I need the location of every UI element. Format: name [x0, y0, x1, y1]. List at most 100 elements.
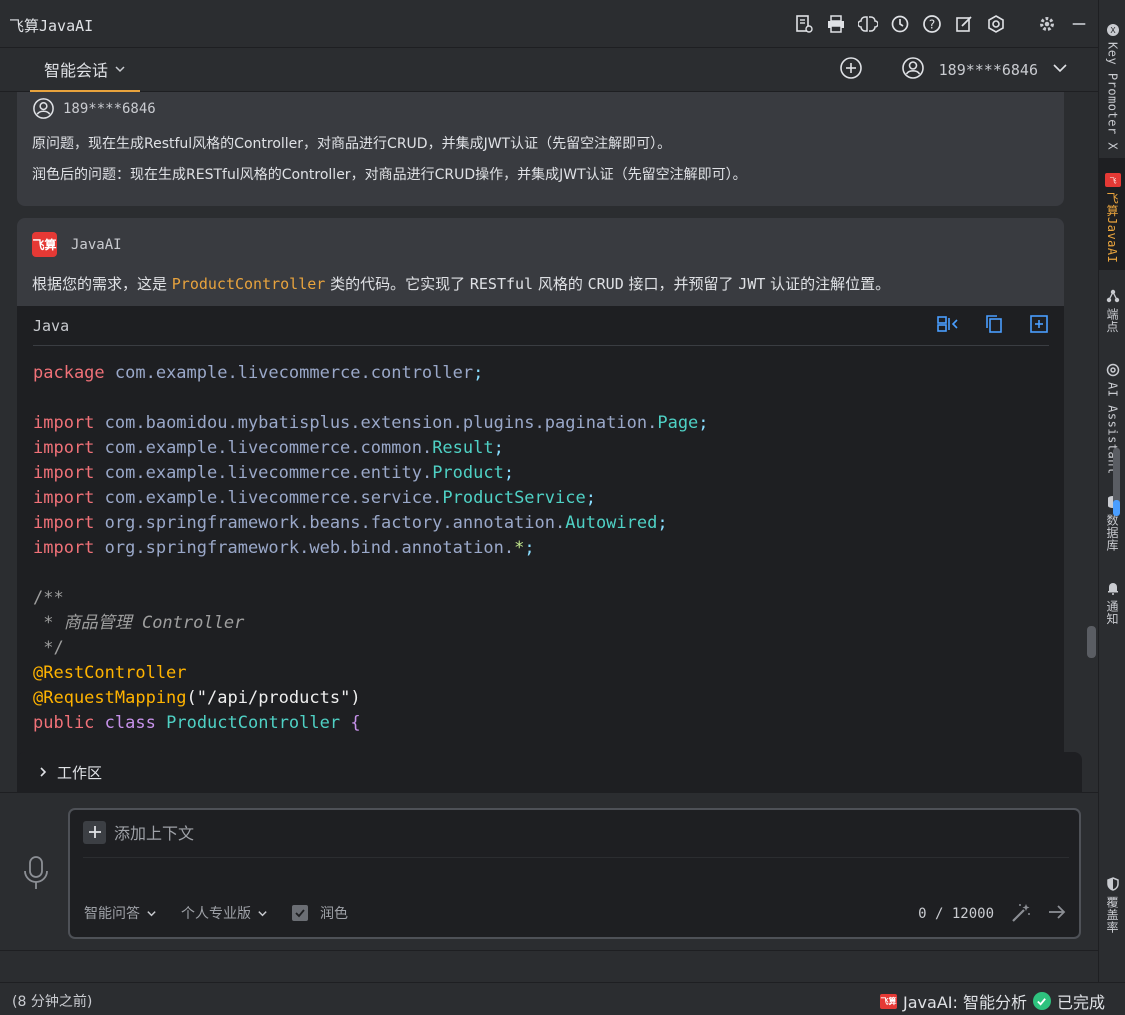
key-promoter-icon: X — [1105, 22, 1121, 38]
tool-feisuan-javaai[interactable]: 飞 飞算JavaAI — [1099, 158, 1125, 270]
edit-icon[interactable] — [952, 12, 975, 35]
edition-select-value: 个人专业版 — [181, 906, 251, 922]
mode-select[interactable]: 智能问答 — [84, 903, 157, 923]
brain-icon[interactable] — [856, 12, 879, 35]
feisuan-logo: 飞算 — [880, 993, 898, 1009]
answer-card: 飞算 JavaAI 根据您的需求，这是 ProductController 类的… — [17, 218, 1064, 766]
input-divider — [83, 857, 1069, 858]
import-line: import com.example.livecommerce.service.… — [33, 488, 596, 508]
answer-header: 飞算 JavaAI — [32, 232, 1049, 257]
tool-label: Key Promoter X — [1105, 42, 1120, 151]
copy-code-button[interactable] — [984, 314, 1004, 338]
plus-icon — [88, 826, 101, 838]
svg-text:X: X — [1110, 26, 1116, 35]
code-block: Java package com.example.livecommerce.co… — [17, 306, 1064, 766]
plus-circle-icon — [839, 57, 862, 79]
chevron-down-icon — [115, 66, 125, 73]
tool-label: 覆盖率 — [1105, 896, 1119, 934]
chat-scrollbar[interactable] — [1087, 626, 1096, 658]
tool-label: 通知 — [1105, 600, 1119, 625]
hexagon-settings-icon[interactable] — [984, 12, 1007, 35]
ai-assistant-icon — [1105, 362, 1121, 378]
polish-label: 润色 — [320, 906, 348, 922]
chevron-down-icon — [258, 910, 267, 916]
add-context-button[interactable] — [83, 820, 106, 844]
coverage-icon — [1105, 876, 1121, 892]
endpoints-icon — [1105, 288, 1121, 304]
original-question: 原问题，现在生成Restful风格的Controller，对商品进行CRUD，并… — [32, 136, 672, 152]
feisuan-logo: 飞算 — [32, 232, 57, 257]
new-file-button[interactable] — [1029, 314, 1049, 338]
voice-input-button[interactable] — [22, 855, 50, 895]
insert-at-cursor-icon — [937, 315, 958, 332]
input-options: 智能问答 个人专业版 润色 — [84, 903, 348, 923]
add-context-row[interactable]: 添加上下文 — [83, 820, 194, 844]
chevron-down-icon — [1053, 64, 1067, 73]
edition-select[interactable]: 个人专业版 — [181, 903, 268, 923]
new-chat-button[interactable] — [839, 56, 863, 84]
chevron-right-icon — [40, 767, 47, 777]
char-counter: 0 / 12000 — [918, 906, 994, 922]
arrow-right-icon — [1049, 905, 1066, 919]
account-phone[interactable]: 189****6846 — [939, 61, 1038, 79]
right-tool-strip: X Key Promoter X 飞 飞算JavaAI 端点 AI Assist… — [1098, 0, 1125, 982]
strip-scrollbar-marker — [1113, 500, 1120, 516]
microphone-icon — [24, 856, 48, 889]
panel-spacer — [0, 950, 1098, 982]
tool-notifications[interactable]: 通知 — [1099, 580, 1125, 625]
chat-input-box[interactable]: 添加上下文 智能问答 个人专业版 润色 0 / 12000 — [68, 808, 1081, 939]
tab-bar: 智能会话 189****6846 — [0, 48, 1098, 92]
chat-area: 189****6846 原问题，现在生成Restful风格的Controller… — [0, 92, 1098, 792]
insert-code-button[interactable] — [937, 314, 959, 338]
status-time: (8 分钟之前) — [12, 994, 93, 1010]
gear-icon[interactable] — [1035, 12, 1058, 35]
minimize-icon[interactable] — [1067, 12, 1090, 35]
import-line: import org.springframework.web.bind.anno… — [33, 538, 535, 558]
send-button[interactable] — [1047, 902, 1067, 926]
tool-key-promoter[interactable]: X Key Promoter X — [1099, 22, 1125, 150]
svg-text:?: ? — [928, 17, 934, 31]
tab-smart-chat[interactable]: 智能会话 — [30, 48, 141, 92]
check-circle-icon — [1032, 992, 1051, 1010]
title-bar: 飞算JavaAI ? — [0, 0, 1098, 48]
code-language: Java — [33, 316, 70, 335]
polish-checkbox[interactable]: 润色 — [292, 903, 348, 923]
help-icon[interactable]: ? — [920, 12, 943, 35]
account-avatar[interactable] — [901, 56, 925, 84]
workspace-toggle[interactable]: 工作区 — [17, 752, 1082, 792]
document-settings-icon[interactable] — [792, 12, 815, 35]
tool-coverage[interactable]: 覆盖率 — [1099, 876, 1125, 934]
add-file-icon — [1030, 314, 1048, 333]
status-bar: (8 分钟之前) 飞算 JavaAI: 智能分析 已完成 — [0, 982, 1125, 1015]
status-task-label: JavaAI: 智能分析 — [903, 993, 1027, 1012]
question-card: 189****6846 原问题，现在生成Restful风格的Controller… — [17, 92, 1064, 206]
printer-icon[interactable] — [824, 12, 847, 35]
import-line: import com.example.livecommerce.common.R… — [33, 438, 504, 458]
copy-icon — [986, 314, 1002, 333]
tool-ai-assistant[interactable]: AI Assistant — [1099, 362, 1125, 475]
status-task[interactable]: 飞算 JavaAI: 智能分析 已完成 — [880, 989, 1105, 1013]
workspace-label: 工作区 — [57, 763, 103, 782]
question-username: 189****6846 — [63, 100, 156, 117]
account-area: 189****6846 — [839, 56, 1068, 84]
title-toolbar: ? — [792, 12, 1090, 35]
magic-wand-button[interactable] — [1010, 902, 1032, 928]
input-area: 添加上下文 智能问答 个人专业版 润色 0 / 12000 — [0, 792, 1098, 950]
tool-endpoints[interactable]: 端点 — [1099, 288, 1125, 333]
code-actions — [937, 314, 1049, 338]
notification-icon — [1105, 580, 1121, 596]
import-line: import com.example.livecommerce.entity.P… — [33, 463, 515, 483]
tool-database[interactable]: 数据库 — [1099, 494, 1125, 552]
user-icon — [901, 57, 924, 79]
tool-label: 飞算JavaAI — [1105, 192, 1119, 264]
account-menu-button[interactable] — [1052, 60, 1068, 80]
user-icon — [33, 98, 54, 119]
chevron-down-icon — [147, 910, 156, 916]
code-content: package com.example.livecommerce.control… — [33, 363, 709, 733]
tab-label: 智能会话 — [44, 61, 109, 80]
tool-label: 端点 — [1105, 308, 1119, 333]
import-line: import com.baomidou.mybatisplus.extensio… — [33, 413, 709, 433]
history-icon[interactable] — [888, 12, 911, 35]
polished-question: 润色后的问题：现在生成RESTful风格的Controller，对商品进行CRU… — [32, 167, 747, 183]
magic-wand-icon — [1012, 904, 1030, 922]
